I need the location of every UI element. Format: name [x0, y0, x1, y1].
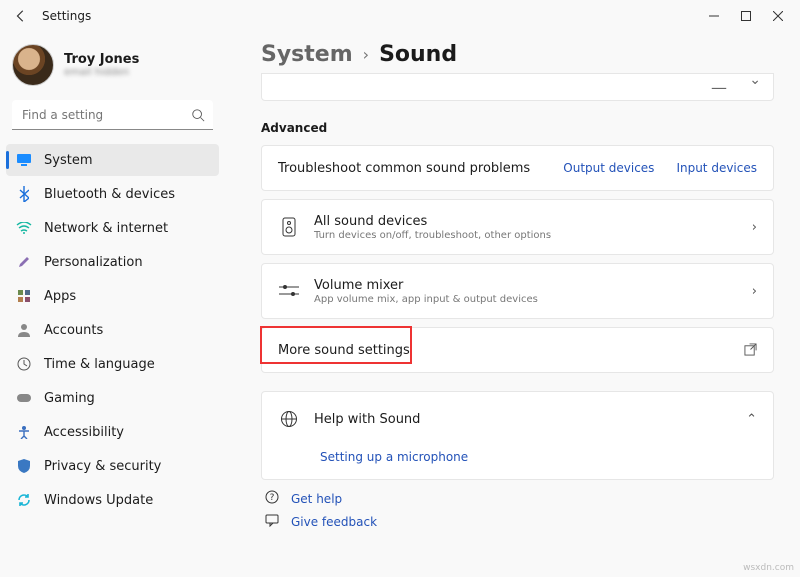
volume-mixer-row[interactable]: Volume mixer App volume mix, app input &…: [261, 263, 774, 319]
get-help-link[interactable]: ? Get help: [265, 490, 774, 507]
input-devices-link[interactable]: Input devices: [676, 161, 757, 175]
mixer-desc: App volume mix, app input & output devic…: [314, 294, 538, 305]
search-icon: [191, 107, 205, 126]
window-title: Settings: [42, 9, 91, 23]
sidebar-item-accessibility[interactable]: Accessibility: [6, 416, 219, 448]
maximize-icon: [741, 11, 751, 21]
search-wrap: [12, 100, 213, 130]
clock-icon: [16, 356, 32, 372]
sidebar-item-time[interactable]: Time & language: [6, 348, 219, 380]
avatar: [12, 44, 54, 86]
close-button[interactable]: [762, 2, 794, 30]
footer-links: ? Get help Give feedback: [261, 490, 774, 530]
user-email: email hidden: [64, 67, 139, 78]
sidebar: Troy Jones email hidden System Bluetooth …: [0, 32, 225, 577]
update-icon: [16, 492, 32, 508]
breadcrumb-root[interactable]: System: [261, 42, 353, 67]
shield-icon: [16, 458, 32, 474]
mixer-icon: [278, 284, 300, 298]
all-devices-title: All sound devices: [314, 214, 551, 229]
speaker-icon: [278, 217, 300, 237]
sidebar-item-label: Personalization: [44, 255, 143, 270]
brush-icon: [16, 254, 32, 270]
more-sound-settings-row[interactable]: More sound settings: [261, 327, 774, 373]
search-input[interactable]: [12, 100, 213, 130]
monitor-icon: [16, 152, 32, 168]
sidebar-item-accounts[interactable]: Accounts: [6, 314, 219, 346]
sidebar-item-label: Windows Update: [44, 493, 153, 508]
arrow-left-icon: [14, 9, 28, 23]
volume-card-collapsed[interactable]: ⌄ —: [261, 73, 774, 101]
minimize-icon: [709, 11, 719, 21]
sidebar-item-gaming[interactable]: Gaming: [6, 382, 219, 414]
person-icon: [16, 322, 32, 338]
sidebar-item-network[interactable]: Network & internet: [6, 212, 219, 244]
sidebar-item-label: Bluetooth & devices: [44, 187, 175, 202]
sidebar-item-privacy[interactable]: Privacy & security: [6, 450, 219, 482]
more-title: More sound settings: [278, 343, 410, 358]
chevron-right-icon: ›: [752, 284, 757, 299]
sidebar-item-label: Time & language: [44, 357, 155, 372]
sidebar-item-apps[interactable]: Apps: [6, 280, 219, 312]
sidebar-item-bluetooth[interactable]: Bluetooth & devices: [6, 178, 219, 210]
access-icon: [16, 424, 32, 440]
section-advanced: Advanced: [261, 121, 774, 135]
svg-text:?: ?: [270, 493, 275, 503]
sidebar-item-label: Gaming: [44, 391, 95, 406]
help-icon: ?: [265, 490, 281, 507]
minimize-button[interactable]: [698, 2, 730, 30]
chevron-right-icon: ›: [752, 220, 757, 235]
bluetooth-icon: [16, 186, 32, 202]
page-title: Sound: [379, 42, 457, 67]
output-devices-link[interactable]: Output devices: [563, 161, 654, 175]
watermark: wsxdn.com: [743, 563, 794, 573]
troubleshoot-card: Troubleshoot common sound problems Outpu…: [261, 145, 774, 191]
mixer-title: Volume mixer: [314, 278, 538, 293]
breadcrumb: System › Sound: [261, 42, 774, 67]
external-link-icon: [744, 341, 757, 360]
chevron-down-icon: ⌄: [749, 72, 761, 88]
main: System › Sound ⌄ — Advanced Troubleshoot…: [225, 32, 800, 577]
help-header-row[interactable]: Help with Sound ⌃: [262, 392, 773, 446]
maximize-button[interactable]: [730, 2, 762, 30]
sidebar-item-label: Apps: [44, 289, 76, 304]
help-microphone-link[interactable]: Setting up a microphone: [320, 450, 468, 464]
grid-icon: [16, 288, 32, 304]
sidebar-item-personalization[interactable]: Personalization: [6, 246, 219, 278]
back-button[interactable]: [12, 7, 30, 25]
sidebar-item-label: Accounts: [44, 323, 103, 338]
help-with-sound-card: Help with Sound ⌃ Setting up a microphon…: [261, 391, 774, 480]
sidebar-item-label: Network & internet: [44, 221, 168, 236]
sidebar-item-system[interactable]: System: [6, 144, 219, 176]
titlebar: Settings: [0, 0, 800, 32]
globe-help-icon: [278, 410, 300, 428]
user-block[interactable]: Troy Jones email hidden: [6, 38, 219, 100]
sidebar-item-update[interactable]: Windows Update: [6, 484, 219, 516]
close-icon: [773, 11, 783, 21]
help-title: Help with Sound: [314, 412, 420, 427]
troubleshoot-title: Troubleshoot common sound problems: [278, 161, 530, 176]
chevron-right-icon: ›: [363, 45, 369, 64]
sidebar-item-label: Accessibility: [44, 425, 124, 440]
nav: System Bluetooth & devices Network & inter…: [6, 144, 219, 516]
sidebar-item-label: System: [44, 153, 92, 168]
sidebar-item-label: Privacy & security: [44, 459, 161, 474]
wifi-icon: [16, 220, 32, 236]
user-name: Troy Jones: [64, 52, 139, 67]
feedback-icon: [265, 513, 281, 530]
all-devices-desc: Turn devices on/off, troubleshoot, other…: [314, 230, 551, 241]
gamepad-icon: [16, 390, 32, 406]
chevron-up-icon: ⌃: [746, 412, 757, 427]
feedback-link[interactable]: Give feedback: [265, 513, 774, 530]
all-sound-devices-row[interactable]: All sound devices Turn devices on/off, t…: [261, 199, 774, 255]
